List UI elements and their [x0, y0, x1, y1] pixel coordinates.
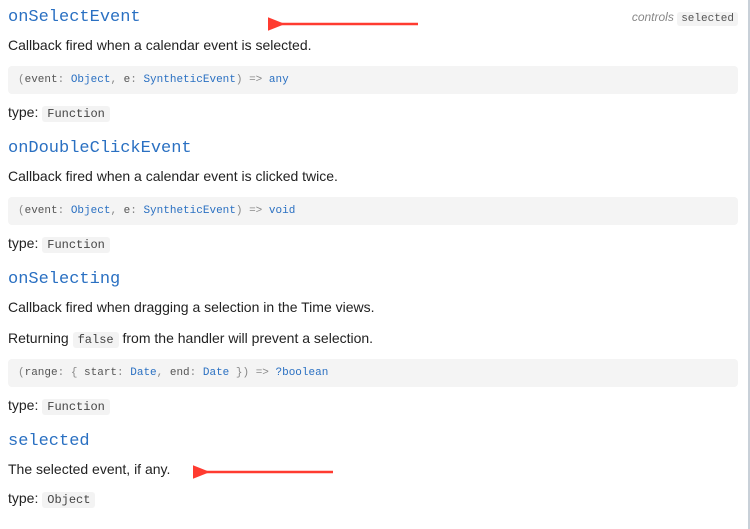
prop-type: Function [42, 106, 110, 122]
prop-type-line: type: Function [8, 104, 738, 121]
prop-name[interactable]: onSelectEvent [8, 8, 141, 27]
prop-entry-selected: selected The selected event, if any. typ… [8, 432, 738, 507]
type-label: type: [8, 235, 38, 251]
prop-signature: (range: { start: Date, end: Date }) => ?… [8, 359, 738, 387]
prop-type-line: type: Function [8, 235, 738, 252]
type-label: type: [8, 104, 38, 120]
prop-description: Callback fired when a calendar event is … [8, 166, 738, 187]
prop-name[interactable]: onSelecting [8, 270, 738, 289]
prop-signature: (event: Object, e: SyntheticEvent) => vo… [8, 197, 738, 225]
prop-entry-onSelecting: onSelecting Callback fired when dragging… [8, 270, 738, 414]
prop-description: The selected event, if any. [8, 459, 738, 480]
prop-type-line: type: Object [8, 490, 738, 507]
prop-name[interactable]: selected [8, 432, 738, 451]
prop-entry-onDoubleClickEvent: onDoubleClickEvent Callback fired when a… [8, 139, 738, 252]
prop-description: Callback fired when dragging a selection… [8, 297, 738, 318]
prop-type: Function [42, 237, 110, 253]
prop-type: Object [42, 492, 95, 508]
prop-signature: (event: Object, e: SyntheticEvent) => an… [8, 66, 738, 94]
prop-type-line: type: Function [8, 397, 738, 414]
controls-value: selected [677, 12, 738, 26]
type-label: type: [8, 490, 38, 506]
prop-description: Callback fired when a calendar event is … [8, 35, 738, 56]
inline-code-false: false [73, 332, 119, 348]
prop-entry-onSelectEvent: onSelectEvent controls selected Callback… [8, 8, 738, 121]
type-label: type: [8, 397, 38, 413]
prop-type: Function [42, 399, 110, 415]
prop-name[interactable]: onDoubleClickEvent [8, 139, 738, 158]
controls-tag: controls selected [632, 10, 738, 25]
prop-description-2: Returning false from the handler will pr… [8, 328, 738, 349]
controls-label: controls [632, 10, 674, 24]
